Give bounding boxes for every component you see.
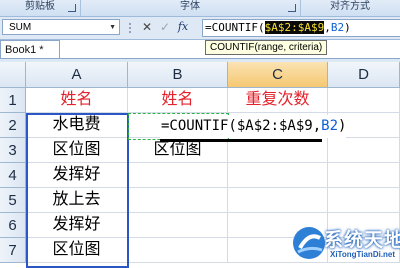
column-header-c[interactable]: C <box>228 62 328 88</box>
ribbon-group-font: 字体 <box>80 0 301 16</box>
row-header-2[interactable]: 2 <box>0 113 26 138</box>
formula-criteria-ref: B2 <box>330 21 345 34</box>
cell-d4[interactable] <box>328 163 400 188</box>
name-box[interactable]: SUM ▼ <box>2 19 120 35</box>
cancel-icon[interactable]: ✕ <box>140 20 154 34</box>
cell-a5[interactable]: 放上去 <box>26 188 128 213</box>
column-header-b[interactable]: B <box>128 62 228 88</box>
chevron-down-icon[interactable]: ▼ <box>109 20 116 36</box>
cell-a4[interactable]: 发挥好 <box>26 163 128 188</box>
watermark-logo-icon <box>293 227 325 259</box>
function-tooltip-text: COUNTIF(range, criteria) <box>210 42 323 53</box>
cell-b5[interactable] <box>128 188 228 213</box>
cell-d1[interactable] <box>328 88 400 113</box>
formula-bar: SUM ▼ ✕ ✓ fx =COUNTIF($A$2:$A$9,B2) <box>0 17 400 40</box>
workbook-tab-label: Book1 * <box>5 44 44 56</box>
dialog-launcher-icon[interactable] <box>68 4 76 12</box>
enter-icon[interactable]: ✓ <box>158 20 172 34</box>
cell-a7[interactable]: 区位图 <box>26 238 128 263</box>
watermark-site: XiTongTianDi.net <box>330 250 396 259</box>
row-header-3[interactable]: 3 <box>0 138 26 163</box>
cell-edit-suffix: ) <box>338 118 347 134</box>
column-header-d[interactable]: D <box>328 62 400 88</box>
cell-a2[interactable]: 水电费 <box>26 113 128 138</box>
cell-c5[interactable] <box>228 188 328 213</box>
name-box-value: SUM <box>9 22 32 33</box>
formula-input[interactable]: =COUNTIF($A$2:$A$9,B2) <box>202 19 400 37</box>
cell-b1[interactable]: 姓名 <box>128 88 228 113</box>
function-tooltip: COUNTIF(range, criteria) <box>205 40 328 55</box>
cell-a1[interactable]: 姓名 <box>26 88 128 113</box>
select-all-corner[interactable] <box>0 62 26 88</box>
cell-d5[interactable] <box>328 188 400 213</box>
formula-suffix: ) <box>344 21 351 34</box>
formula-selected-range: $A$2:$A$9 <box>264 21 325 34</box>
text-selection-underline <box>160 139 322 142</box>
cell-b7[interactable] <box>128 238 228 263</box>
cell-c4[interactable] <box>228 163 328 188</box>
cell-d3[interactable] <box>328 138 400 163</box>
row-header-5[interactable]: 5 <box>0 188 26 213</box>
cell-edit-criteria-ref: B2 <box>321 118 339 134</box>
cell-a6[interactable]: 发挥好 <box>26 213 128 238</box>
formula-separator: , <box>324 21 331 34</box>
ribbon-group-alignment: 对齐方式 <box>300 0 400 16</box>
insert-function-icon[interactable]: fx <box>176 20 190 34</box>
row-header-7[interactable]: 7 <box>0 238 26 263</box>
site-watermark: 系统天地 XiTongTianDi.net <box>290 222 400 266</box>
column-header-a[interactable]: A <box>26 62 128 88</box>
watermark-brand: 系统天地 <box>324 230 400 251</box>
workbook-tab[interactable]: Book1 * <box>0 40 60 59</box>
cell-c1[interactable]: 重复次数 <box>228 88 328 113</box>
drag-handle-icon[interactable] <box>128 21 132 35</box>
cell-edit-prefix: =COUNTIF($A$2:$A$9, <box>161 118 322 134</box>
ribbon-group-font-label: 字体 <box>180 1 200 12</box>
cell-b6[interactable] <box>128 213 228 238</box>
dialog-launcher-icon[interactable] <box>288 4 296 12</box>
cell-edit-formula[interactable]: =COUNTIF($A$2:$A$9,B2) <box>160 115 347 138</box>
ribbon-group-labels: 剪贴板 字体 对齐方式 <box>0 0 400 17</box>
row-header-1[interactable]: 1 <box>0 88 26 113</box>
row-header-6[interactable]: 6 <box>0 213 26 238</box>
cell-a3[interactable]: 区位图 <box>26 138 128 163</box>
ribbon-group-clipboard-label: 剪贴板 <box>25 1 55 12</box>
cell-b4[interactable] <box>128 163 228 188</box>
row-header-4[interactable]: 4 <box>0 163 26 188</box>
ribbon-group-alignment-label: 对齐方式 <box>330 1 370 12</box>
formula-prefix: =COUNTIF( <box>205 21 265 34</box>
